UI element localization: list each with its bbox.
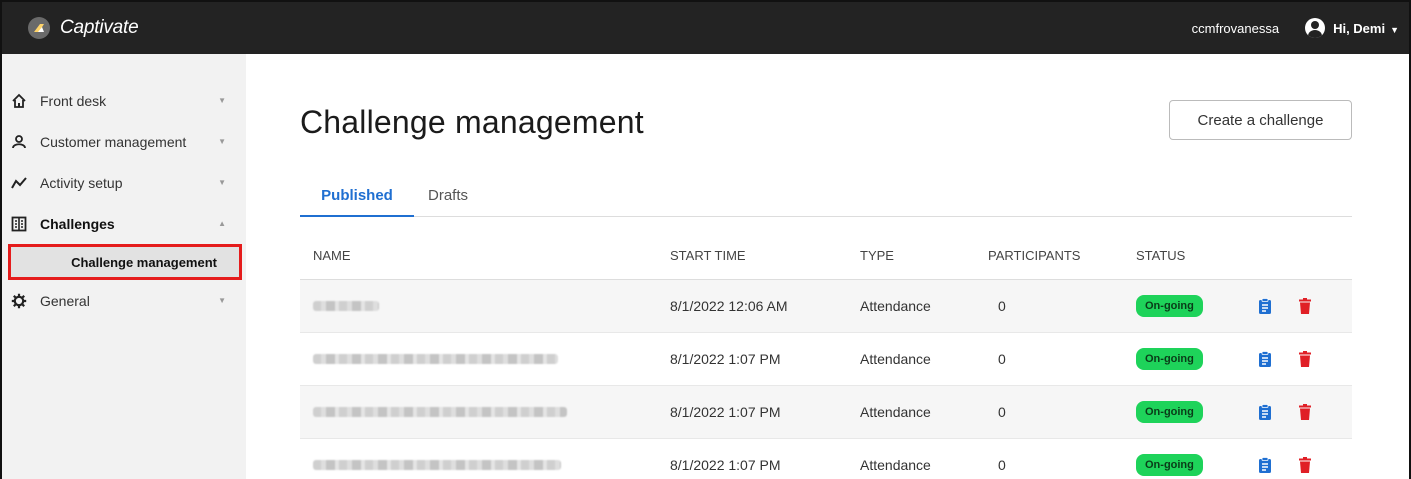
caret-up-icon: ▲ (218, 219, 226, 228)
type-cell: Attendance (860, 457, 931, 473)
challenge-name-redacted (300, 351, 670, 367)
sidebar-item-label: Activity setup (40, 174, 123, 191)
sidebar-item-customer-management[interactable]: Customer management ▼ (2, 121, 246, 162)
clipboard-icon[interactable] (1258, 298, 1272, 314)
sidebar-item-label: Front desk (40, 92, 107, 109)
table-row[interactable]: 8/1/2022 1:07 PM Attendance 0 On-going (300, 333, 1352, 386)
column-header-start-time[interactable]: START TIME (670, 248, 860, 263)
trash-icon[interactable] (1298, 351, 1312, 367)
challenges-table: NAME START TIME TYPE PARTICIPANTS STATUS… (300, 232, 1352, 479)
organization-name[interactable]: ccmfrovanessa (1192, 21, 1279, 36)
type-cell: Attendance (860, 351, 931, 367)
type-cell: Attendance (860, 298, 931, 314)
row-actions (1256, 351, 1312, 367)
trash-icon[interactable] (1298, 298, 1312, 314)
status-badge: On-going (1136, 401, 1203, 423)
user-outline-icon (10, 133, 28, 151)
column-header-status[interactable]: STATUS (1136, 248, 1256, 263)
app-window: Captivate ccmfrovanessa Hi, Demi ▼ Front … (0, 0, 1411, 479)
sidebar: Front desk ▼ Customer management ▼ Activ… (2, 54, 246, 479)
clipboard-icon[interactable] (1258, 404, 1272, 420)
caret-down-icon: ▼ (218, 296, 226, 305)
tab-published[interactable]: Published (300, 182, 414, 217)
type-cell: Attendance (860, 404, 931, 420)
table-header: NAME START TIME TYPE PARTICIPANTS STATUS (300, 232, 1352, 280)
start-time-cell: 8/1/2022 1:07 PM (670, 457, 781, 473)
sidebar-item-general[interactable]: General ▼ (2, 280, 246, 321)
start-time-cell: 8/1/2022 1:07 PM (670, 404, 781, 420)
status-cell: On-going (1136, 454, 1256, 476)
status-cell: On-going (1136, 348, 1256, 370)
participants-cell: 0 (998, 298, 1006, 314)
sidebar-item-label: Customer management (40, 133, 187, 150)
participants-cell: 0 (998, 404, 1006, 420)
row-actions (1256, 457, 1312, 473)
user-menu[interactable]: Hi, Demi ▼ (1333, 21, 1399, 36)
row-actions (1256, 404, 1312, 420)
user-avatar-icon[interactable] (1305, 18, 1326, 38)
sidebar-item-front-desk[interactable]: Front desk ▼ (2, 80, 246, 121)
column-header-participants[interactable]: PARTICIPANTS (986, 248, 1136, 263)
status-badge: On-going (1136, 295, 1203, 317)
status-badge: On-going (1136, 454, 1203, 476)
status-cell: On-going (1136, 401, 1256, 423)
participants-cell: 0 (998, 351, 1006, 367)
sidebar-item-label: General (40, 292, 90, 309)
create-challenge-button[interactable]: Create a challenge (1169, 100, 1352, 140)
table-row[interactable]: 8/1/2022 12:06 AM Attendance 0 On-going (300, 280, 1352, 333)
challenge-name-redacted (300, 298, 670, 314)
start-time-cell: 8/1/2022 12:06 AM (670, 298, 788, 314)
page-title: Challenge management (300, 104, 644, 140)
challenges-icon (10, 215, 28, 233)
clipboard-icon[interactable] (1258, 351, 1272, 367)
user-greeting: Hi, Demi (1333, 20, 1386, 36)
start-time-cell: 8/1/2022 1:07 PM (670, 351, 781, 367)
sidebar-item-activity-setup[interactable]: Activity setup ▼ (2, 162, 246, 203)
status-cell: On-going (1136, 295, 1256, 317)
trash-icon[interactable] (1298, 404, 1312, 420)
table-body: 8/1/2022 12:06 AM Attendance 0 On-going … (300, 280, 1352, 479)
challenge-name-redacted (300, 404, 670, 420)
activity-line-icon (10, 174, 28, 192)
sidebar-item-label: Challenges (40, 215, 115, 232)
sidebar-subitem-label: Challenge management (71, 254, 217, 270)
gear-icon (10, 292, 28, 310)
trash-icon[interactable] (1298, 457, 1312, 473)
challenge-name-redacted (300, 457, 670, 473)
table-row[interactable]: 8/1/2022 1:07 PM Attendance 0 On-going (300, 386, 1352, 439)
sidebar-item-challenges[interactable]: Challenges ▲ (2, 203, 246, 244)
captivate-logo-icon (28, 17, 50, 39)
top-bar: Captivate ccmfrovanessa Hi, Demi ▼ (2, 2, 1409, 54)
row-actions (1256, 298, 1312, 314)
caret-down-icon: ▼ (218, 178, 226, 187)
tab-bar: Published Drafts (300, 182, 1352, 217)
caret-down-icon: ▼ (218, 96, 226, 105)
main-content: Challenge management Create a challenge … (246, 54, 1409, 479)
clipboard-icon[interactable] (1258, 457, 1272, 473)
app-logo[interactable]: Captivate (28, 17, 139, 39)
caret-down-icon: ▼ (1390, 24, 1399, 35)
home-icon (10, 92, 28, 110)
column-header-name[interactable]: NAME (300, 248, 670, 263)
sidebar-subitem-challenge-management[interactable]: Challenge management (8, 244, 242, 280)
tab-drafts[interactable]: Drafts (428, 182, 468, 217)
app-name: Captivate (60, 17, 139, 38)
caret-down-icon: ▼ (218, 137, 226, 146)
table-row[interactable]: 8/1/2022 1:07 PM Attendance 0 On-going (300, 439, 1352, 479)
participants-cell: 0 (998, 457, 1006, 473)
status-badge: On-going (1136, 348, 1203, 370)
column-header-type[interactable]: TYPE (860, 248, 986, 263)
